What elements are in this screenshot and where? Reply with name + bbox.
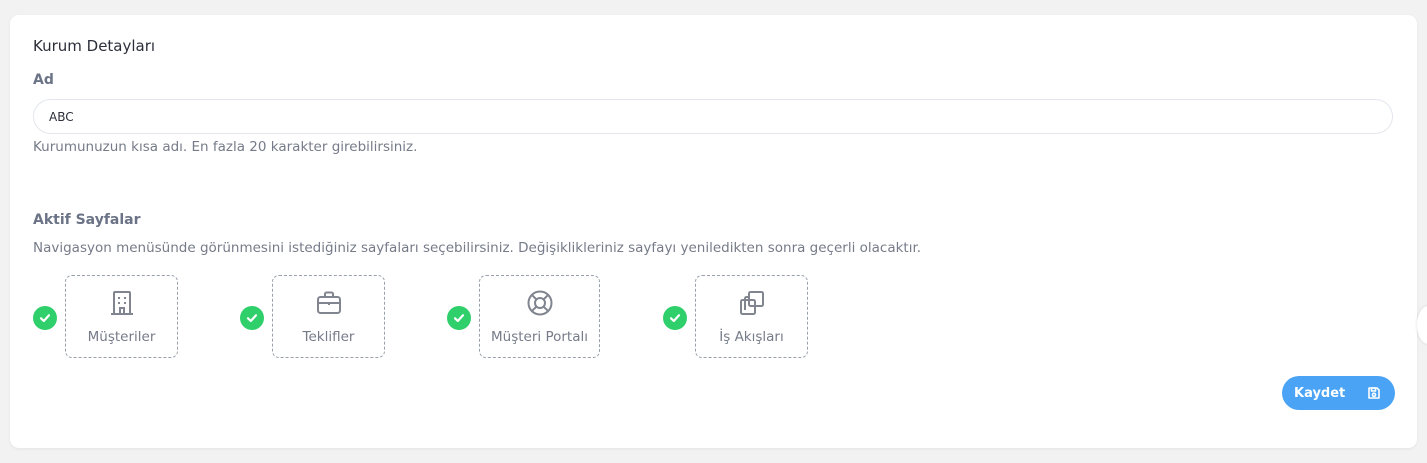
page-tile-label: Müşteriler — [87, 328, 156, 345]
active-pages-help-text: Navigasyon menüsünde görünmesini istediğ… — [33, 240, 922, 256]
lifebuoy-icon — [526, 289, 554, 317]
check-icon[interactable] — [447, 306, 471, 330]
scroll-handle[interactable] — [1417, 306, 1427, 344]
save-button[interactable]: Kaydet — [1282, 376, 1395, 410]
page-tile-label: İş Akışları — [719, 328, 784, 345]
name-help-text: Kurumunuzun kısa adı. En fazla 20 karakt… — [33, 139, 418, 155]
check-icon[interactable] — [240, 306, 264, 330]
page-tile-customer-portal[interactable]: Müşteri Portalı — [479, 275, 600, 358]
page-tile-label: Teklifler — [302, 328, 355, 345]
name-label: Ad — [33, 72, 54, 88]
page-tile-label: Müşteri Portalı — [491, 328, 588, 345]
check-icon[interactable] — [33, 306, 57, 330]
floppy-disk-icon — [1367, 386, 1381, 404]
section-title: Kurum Detayları — [33, 37, 156, 55]
page-tile-workflows[interactable]: İş Akışları — [695, 275, 808, 358]
organization-details-card: Kurum Detayları Ad Kurumunuzun kısa adı.… — [10, 15, 1417, 448]
building-icon — [109, 289, 135, 317]
active-pages-label: Aktif Sayfalar — [33, 212, 141, 228]
page-tile-customers[interactable]: Müşteriler — [65, 275, 178, 358]
copy-stack-icon — [738, 289, 766, 317]
check-icon[interactable] — [663, 306, 687, 330]
page-tile-offers[interactable]: Teklifler — [272, 275, 385, 358]
name-input[interactable] — [33, 99, 1393, 134]
briefcase-icon — [315, 289, 343, 317]
save-button-label: Kaydet — [1294, 385, 1346, 401]
